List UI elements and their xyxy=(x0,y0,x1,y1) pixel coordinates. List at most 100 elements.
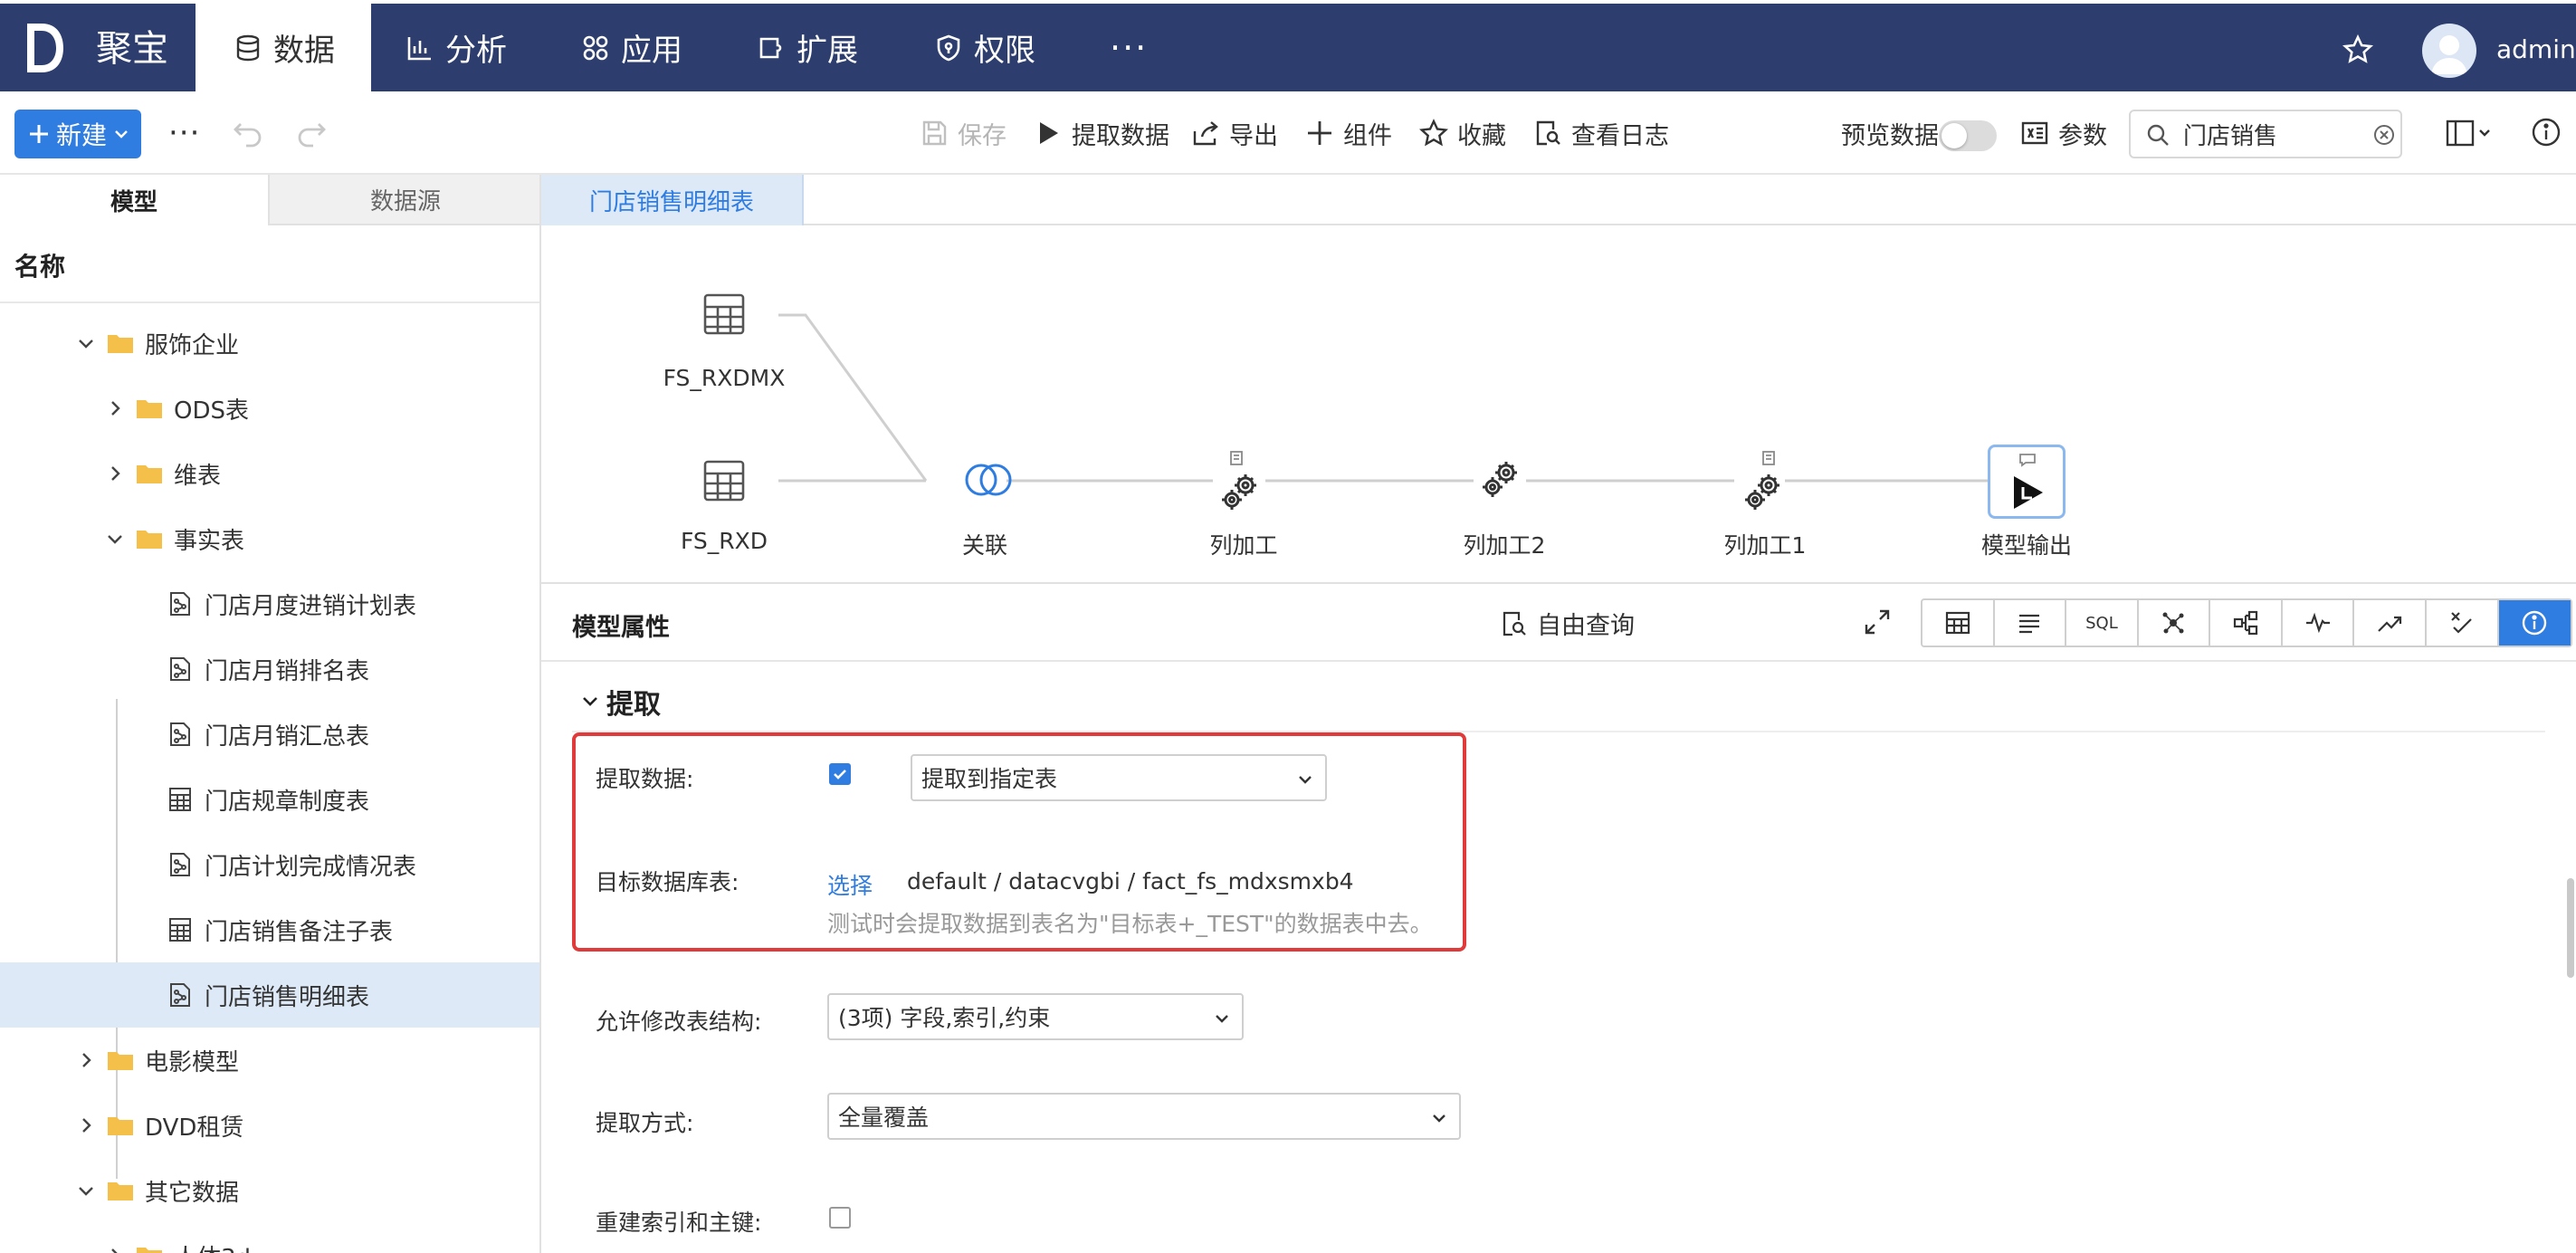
params-button[interactable]: 参数 xyxy=(2020,110,2107,157)
nav-apps[interactable]: 应用 xyxy=(581,4,682,91)
tree-item[interactable]: 门店月度进销计划表 xyxy=(0,571,539,636)
extract-data-button[interactable]: 提取数据 xyxy=(1034,110,1169,157)
chevron-down-icon xyxy=(583,697,597,706)
extract-mode-select[interactable]: 提取到指定表 xyxy=(911,754,1327,801)
logo-icon[interactable] xyxy=(24,20,67,76)
folder-icon xyxy=(137,400,162,418)
tab-store-sales-detail[interactable]: 门店销售明细表 xyxy=(541,175,804,225)
gears-icon[interactable] xyxy=(1741,470,1785,513)
table-view-button[interactable] xyxy=(1922,600,1995,646)
save-button[interactable]: 保存 xyxy=(920,110,1007,157)
chevron-down-icon[interactable] xyxy=(76,333,96,353)
redo-icon[interactable] xyxy=(295,117,328,149)
tree-folder[interactable]: 其它数据 xyxy=(0,1158,539,1223)
nav-permission[interactable]: 权限 xyxy=(934,4,1035,91)
tree-row-content: 门店销售备注子表 xyxy=(167,897,393,962)
add-component-button[interactable]: 组件 xyxy=(1305,110,1392,157)
search-box[interactable] xyxy=(2129,110,2402,158)
tree-item-label: 其它数据 xyxy=(145,1179,240,1207)
trend-view-button[interactable] xyxy=(2354,600,2427,646)
clear-icon[interactable] xyxy=(2373,124,2395,146)
nav-extension[interactable]: 扩展 xyxy=(757,4,858,91)
select-target-link[interactable]: 选择 xyxy=(827,868,873,901)
tree-folder[interactable]: 服饰企业 xyxy=(0,311,539,376)
tree-row-content: ODS表 xyxy=(105,376,249,441)
top-navigation-bar: 聚宝 数据 分析 应用 扩展 权限 ··· admin xyxy=(0,0,2576,91)
plus-icon xyxy=(1305,119,1334,148)
chevron-right-icon[interactable] xyxy=(76,1115,96,1135)
search-input[interactable] xyxy=(2183,120,2364,148)
scrollbar[interactable] xyxy=(2567,878,2574,978)
chevron-right-icon[interactable] xyxy=(76,1050,96,1070)
star-icon[interactable] xyxy=(2342,34,2373,65)
table-node-icon[interactable] xyxy=(702,459,746,502)
tree-row-content: 门店月销汇总表 xyxy=(167,702,369,767)
avatar[interactable] xyxy=(2422,24,2476,78)
tree-item-label: 门店销售备注子表 xyxy=(205,918,394,946)
tree-item[interactable]: 门店月销排名表 xyxy=(0,636,539,702)
tree-item[interactable]: 门店销售明细表 xyxy=(0,962,539,1028)
nav-more-button[interactable]: ··· xyxy=(1110,4,1148,91)
brand-name[interactable]: 聚宝 xyxy=(96,24,168,74)
model-flow-canvas[interactable]: FS_RXDMX FS_RXD 关联 列加工 列加工2 列加工1 模型输出 xyxy=(541,225,2576,584)
info-icon[interactable] xyxy=(2531,117,2563,149)
chevron-down-icon[interactable] xyxy=(105,529,125,549)
nav-data[interactable]: 数据 xyxy=(196,4,371,91)
formula-view-button[interactable] xyxy=(2427,600,2499,646)
list-icon xyxy=(2019,614,2040,634)
new-button[interactable]: 新建 xyxy=(14,110,141,158)
expand-icon[interactable] xyxy=(1863,607,1892,636)
more-actions-button[interactable]: ··· xyxy=(168,110,200,157)
chevron-right-icon[interactable] xyxy=(105,464,125,483)
section-extract-header[interactable]: 提取 xyxy=(581,682,661,722)
gears-icon[interactable] xyxy=(1218,470,1262,513)
gears-icon[interactable] xyxy=(1479,457,1522,501)
table-node-icon[interactable] xyxy=(702,292,746,336)
note-icon[interactable] xyxy=(1761,450,1779,466)
output-node[interactable] xyxy=(1988,445,2066,519)
tree-item[interactable]: 门店月销汇总表 xyxy=(0,702,539,767)
nav-extension-label: 扩展 xyxy=(797,33,858,69)
chevron-down-icon[interactable] xyxy=(76,1181,96,1200)
tree-item-label: 门店月销汇总表 xyxy=(205,722,370,751)
join-icon[interactable] xyxy=(963,461,1014,499)
tab-model[interactable]: 模型 xyxy=(0,175,268,225)
undo-icon[interactable] xyxy=(232,117,264,149)
tree-folder[interactable]: 维表 xyxy=(0,441,539,506)
chevron-right-icon[interactable] xyxy=(105,398,125,418)
favorite-label: 收藏 xyxy=(1457,121,1506,150)
rebuild-index-checkbox[interactable] xyxy=(829,1207,851,1229)
preview-data-toggle[interactable] xyxy=(1939,120,1997,151)
tree-item[interactable]: 门店计划完成情况表 xyxy=(0,832,539,897)
tab-datasource[interactable]: 数据源 xyxy=(268,175,539,225)
list-view-button[interactable] xyxy=(1995,600,2067,646)
tree-folder[interactable]: 事实表 xyxy=(0,506,539,571)
extract-method-select[interactable]: 全量覆盖 xyxy=(827,1093,1461,1140)
tree-folder[interactable]: DVD租赁 xyxy=(0,1093,539,1158)
tree-folder[interactable]: 电影模型 xyxy=(0,1028,539,1093)
tree-folder[interactable]: 人体3d xyxy=(0,1223,539,1253)
tree-item[interactable]: 门店规章制度表 xyxy=(0,767,539,832)
info-view-button[interactable] xyxy=(2498,600,2571,646)
layout-toggle-icon[interactable] xyxy=(2446,119,2490,151)
pulse-view-button[interactable] xyxy=(2283,600,2355,646)
tree-item-label: 人体3d xyxy=(174,1239,251,1253)
alter-structure-select[interactable]: (3项) 字段,索引,约束 xyxy=(827,993,1244,1040)
tree-folder[interactable]: ODS表 xyxy=(0,376,539,441)
tree-row-content: 维表 xyxy=(105,441,221,506)
scatter-view-button[interactable] xyxy=(2139,600,2211,646)
tree-view-button[interactable] xyxy=(2210,600,2283,646)
free-query-button[interactable]: 自由查询 xyxy=(1501,606,1635,641)
note-icon[interactable] xyxy=(1229,450,1247,466)
extract-data-checkbox[interactable] xyxy=(829,763,851,785)
favorite-button[interactable]: 收藏 xyxy=(1419,110,1506,157)
export-button[interactable]: 导出 xyxy=(1191,110,1278,157)
sql-view-button[interactable]: SQL xyxy=(2066,600,2139,646)
tree-item[interactable]: 门店销售备注子表 xyxy=(0,897,539,962)
view-log-button[interactable]: 查看日志 xyxy=(1533,110,1669,157)
username[interactable]: admin xyxy=(2496,34,2576,64)
folder-icon xyxy=(137,1248,162,1253)
tree-row-content: 电影模型 xyxy=(76,1028,239,1093)
chevron-right-icon[interactable] xyxy=(105,1246,125,1253)
nav-analysis[interactable]: 分析 xyxy=(405,4,507,91)
